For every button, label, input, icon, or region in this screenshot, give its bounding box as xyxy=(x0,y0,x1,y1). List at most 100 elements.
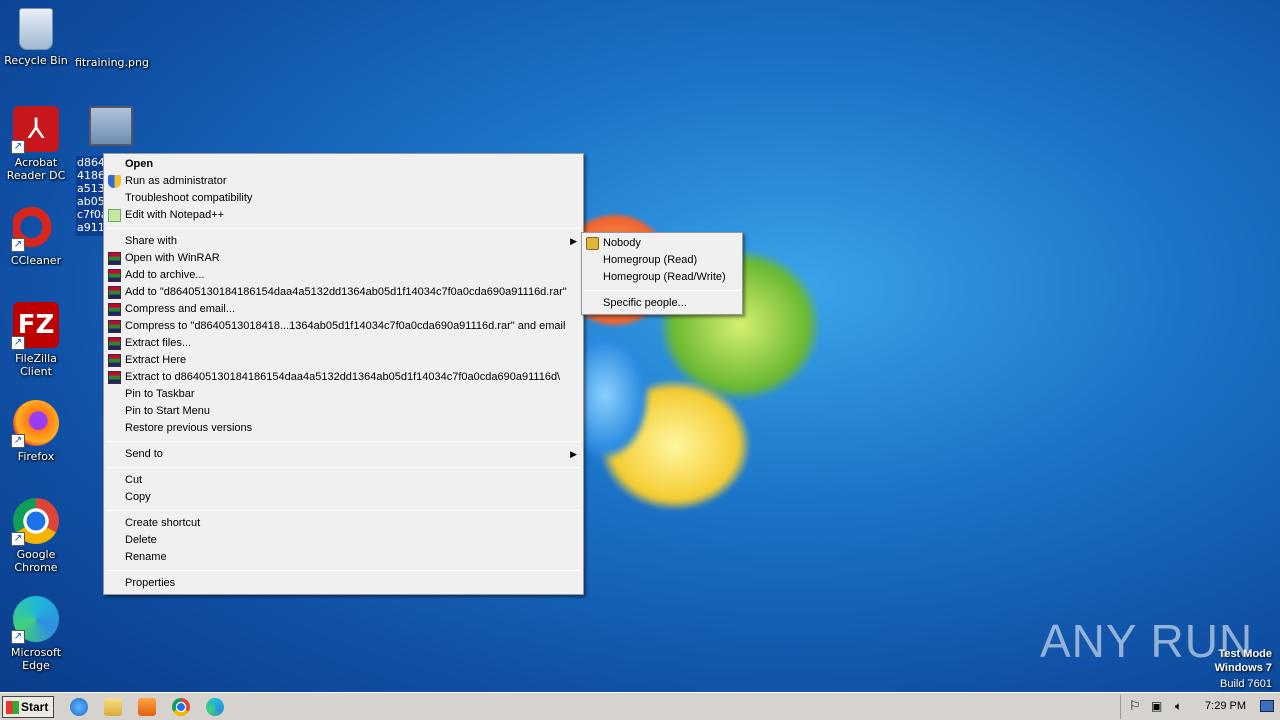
menu-item-delete[interactable]: Delete xyxy=(104,532,583,549)
menu-item-run-as-admin[interactable]: Run as administrator xyxy=(104,173,583,190)
shortcut-arrow-icon: ↗ xyxy=(11,630,25,644)
firefox-icon: ↗ xyxy=(11,400,59,448)
show-desktop-icon[interactable] xyxy=(1260,700,1274,712)
desktop-icon-label: CCleaner xyxy=(10,254,62,267)
menu-item-open[interactable]: Open xyxy=(104,156,583,173)
submenu-item-homegroup-read[interactable]: Homegroup (Read) xyxy=(582,252,742,269)
menu-item-compress-email[interactable]: Compress and email... xyxy=(104,301,583,318)
desktop-icon-recycle-bin[interactable]: Recycle Bin xyxy=(0,8,72,67)
desktop-icon-label: fitraining.png xyxy=(75,56,149,69)
edge-taskbar-icon[interactable] xyxy=(206,698,224,716)
start-button[interactable]: Start xyxy=(2,696,54,718)
test-mode-text: Test Mode xyxy=(1218,648,1272,660)
menu-item-properties[interactable]: Properties xyxy=(104,575,583,592)
submenu-item-homegroup-readwrite[interactable]: Homegroup (Read/Write) xyxy=(582,269,742,286)
desktop-icon-label: FileZilla Client xyxy=(15,352,57,378)
menu-separator xyxy=(106,467,581,468)
uac-shield-icon xyxy=(108,175,121,188)
winrar-icon xyxy=(108,371,121,384)
desktop-icon-firefox[interactable]: ↗ Firefox xyxy=(0,400,72,463)
share-with-submenu: Nobody Homegroup (Read) Homegroup (Read/… xyxy=(581,232,743,315)
menu-item-label: Edit with Notepad++ xyxy=(125,209,225,221)
taskbar: Start ⚐ ▣ 🔈︎ 7:29 PM xyxy=(0,692,1280,720)
menu-item-extract-here[interactable]: Extract Here xyxy=(104,352,583,369)
menu-item-extract-files[interactable]: Extract files... xyxy=(104,335,583,352)
menu-item-add-to-archive[interactable]: Add to archive... xyxy=(104,267,583,284)
submenu-arrow-icon: ▶ xyxy=(570,236,577,246)
menu-item-extract-to-folder[interactable]: Extract to d86405130184186154daa4a5132dd… xyxy=(104,369,583,386)
menu-item-cut[interactable]: Cut xyxy=(104,472,583,489)
submenu-arrow-icon: ▶ xyxy=(570,449,577,459)
menu-item-send-to[interactable]: Send to ▶ xyxy=(104,446,583,463)
menu-separator xyxy=(584,290,740,291)
desktop-icon-edge[interactable]: ↗ Microsoft Edge xyxy=(0,596,72,672)
desktop-icon-acrobat[interactable]: ⅄ ↗ Acrobat Reader DC xyxy=(0,106,72,182)
menu-item-copy[interactable]: Copy xyxy=(104,489,583,506)
file-explorer-icon[interactable] xyxy=(104,698,122,716)
submenu-item-specific-people[interactable]: Specific people... xyxy=(582,295,742,312)
desktop-icon-fitraining[interactable]: fitraining.png xyxy=(75,8,149,69)
clock[interactable]: 7:29 PM xyxy=(1205,700,1246,712)
menu-item-pin-taskbar[interactable]: Pin to Taskbar xyxy=(104,386,583,403)
menu-item-rename[interactable]: Rename xyxy=(104,549,583,566)
menu-item-label: Run as administrator xyxy=(125,175,227,187)
shortcut-arrow-icon: ↗ xyxy=(11,532,25,546)
winrar-icon xyxy=(108,303,121,316)
menu-item-label: Send to xyxy=(125,448,163,460)
notepadpp-icon xyxy=(108,209,121,222)
winrar-icon xyxy=(108,269,121,282)
internet-explorer-icon[interactable] xyxy=(70,698,88,716)
context-menu: Open Run as administrator Troubleshoot c… xyxy=(103,153,584,595)
shortcut-arrow-icon: ↗ xyxy=(11,336,25,350)
shortcut-arrow-icon: ↗ xyxy=(11,140,25,154)
desktop-icon-ccleaner[interactable]: ↗ CCleaner xyxy=(0,204,72,267)
filezilla-icon: FZ ↗ xyxy=(11,302,59,350)
menu-item-create-shortcut[interactable]: Create shortcut xyxy=(104,515,583,532)
volume-icon[interactable]: 🔈︎ xyxy=(1175,699,1182,714)
desktop-icon-label: Google Chrome xyxy=(14,548,58,574)
menu-item-label: Extract to d86405130184186154daa4a5132dd… xyxy=(125,371,561,383)
action-center-flag-icon[interactable]: ⚐ xyxy=(1129,699,1141,714)
network-icon[interactable]: ▣ xyxy=(1151,699,1162,713)
menu-item-pin-start[interactable]: Pin to Start Menu xyxy=(104,403,583,420)
menu-item-label: Share with xyxy=(125,235,177,247)
menu-item-edit-notepadpp[interactable]: Edit with Notepad++ xyxy=(104,207,583,224)
desktop-icon-selected-file[interactable] xyxy=(75,106,147,150)
menu-separator xyxy=(106,228,581,229)
menu-item-label: Extract Here xyxy=(125,354,187,366)
menu-item-compress-to-rar-email[interactable]: Compress to "d8640513018418...1364ab05d1… xyxy=(104,318,583,335)
menu-item-add-to-rar[interactable]: Add to "d86405130184186154daa4a5132dd136… xyxy=(104,284,583,301)
desktop-icon-label: Firefox xyxy=(17,450,55,463)
menu-item-troubleshoot[interactable]: Troubleshoot compatibility xyxy=(104,190,583,207)
lock-icon xyxy=(586,237,599,250)
ccleaner-icon: ↗ xyxy=(11,204,59,252)
menu-item-label: Open with WinRAR xyxy=(125,252,220,264)
media-player-icon[interactable] xyxy=(138,698,156,716)
desktop-icon-label: Microsoft Edge xyxy=(10,646,62,672)
build-number-text: Build 7601 xyxy=(1220,678,1272,690)
menu-item-restore-versions[interactable]: Restore previous versions xyxy=(104,420,583,437)
desktop-icon-chrome[interactable]: ↗ Google Chrome xyxy=(0,498,72,574)
menu-item-open-winrar[interactable]: Open with WinRAR xyxy=(104,250,583,267)
winrar-icon xyxy=(108,286,121,299)
winrar-icon xyxy=(108,252,121,265)
image-file-icon xyxy=(89,8,133,52)
system-tray: ⚐ ▣ 🔈︎ 7:29 PM xyxy=(1120,695,1280,719)
menu-item-label: Extract files... xyxy=(125,337,192,349)
menu-item-share-with[interactable]: Share with ▶ xyxy=(104,233,583,250)
desktop-icon-label: Acrobat Reader DC xyxy=(6,156,66,182)
submenu-item-nobody[interactable]: Nobody xyxy=(582,235,742,252)
desktop-icon-filezilla[interactable]: FZ ↗ FileZilla Client xyxy=(0,302,72,378)
acrobat-icon: ⅄ ↗ xyxy=(11,106,59,154)
windows-logo-icon xyxy=(6,701,19,714)
start-label: Start xyxy=(21,700,49,714)
menu-separator xyxy=(106,441,581,442)
chrome-taskbar-icon[interactable] xyxy=(172,698,190,716)
desktop-icon-label: Recycle Bin xyxy=(4,54,68,67)
winrar-icon xyxy=(108,354,121,367)
windows-version-text: Windows 7 xyxy=(1214,662,1272,674)
menu-separator xyxy=(106,510,581,511)
shortcut-arrow-icon: ↗ xyxy=(11,434,25,448)
shortcut-arrow-icon: ↗ xyxy=(11,238,25,252)
recycle-bin-icon xyxy=(19,8,53,50)
